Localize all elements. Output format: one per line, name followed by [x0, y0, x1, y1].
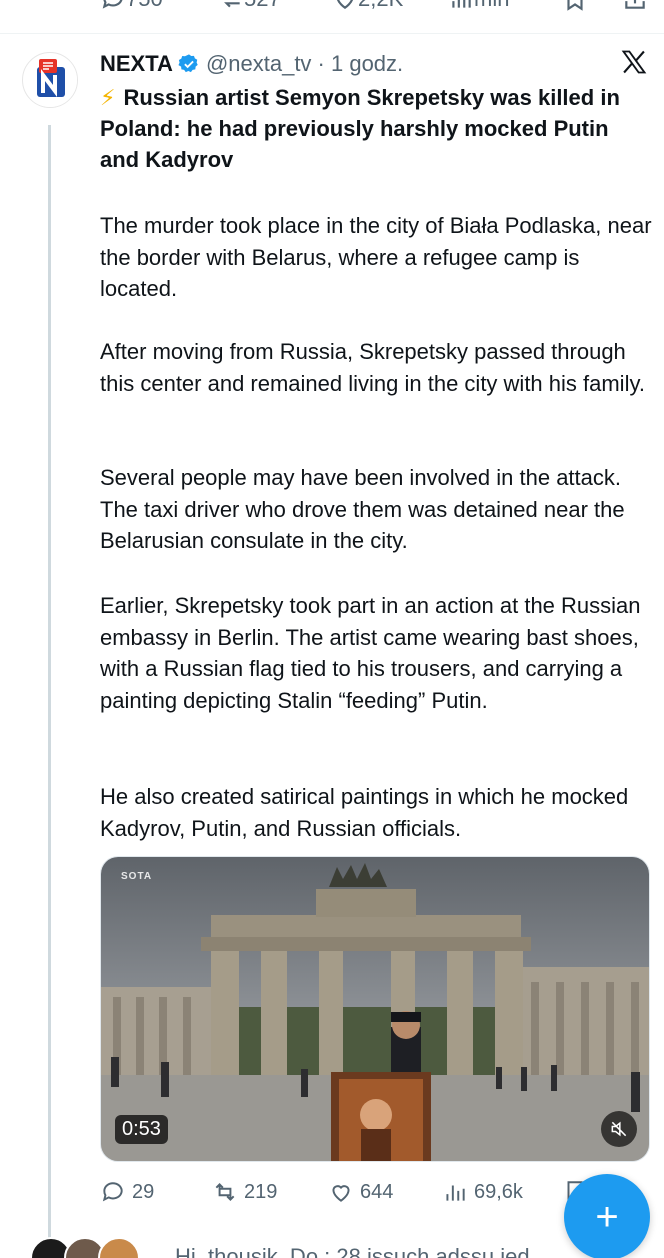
plus-icon: +: [595, 1195, 619, 1239]
video-watermark: SOTA: [121, 871, 153, 882]
share-icon: [625, 0, 645, 9]
post-paragraph: Earlier, Skrepetsky took part in an acti…: [100, 593, 641, 713]
reply-preview-text[interactable]: Hi, thousik. Do : 28 issuch adssu jed: [175, 1244, 530, 1258]
verified-badge-icon: [178, 54, 198, 73]
video-player[interactable]: SOTA 0:53: [100, 856, 650, 1162]
repost-button[interactable]: 219: [212, 1172, 277, 1212]
video-thumbnail: [101, 857, 649, 1161]
prev-bookmark-button[interactable]: [562, 0, 588, 12]
prev-like-button[interactable]: 2,2K: [332, 0, 403, 12]
bookmark-icon: [567, 0, 583, 11]
prev-reply-button[interactable]: 750: [100, 0, 163, 12]
views-count: 69,6k: [474, 1180, 523, 1203]
prev-repost-button[interactable]: 527: [218, 0, 281, 12]
repost-count: 219: [244, 1180, 278, 1203]
author-avatar[interactable]: [22, 52, 78, 108]
reply-avatars-row[interactable]: [30, 1237, 140, 1258]
prev-like-count: 2,2K: [358, 0, 403, 12]
post-paragraph: The murder took place in the city of Bia…: [100, 213, 652, 301]
nexta-logo-icon: [24, 54, 77, 107]
prev-reply-count: 750: [126, 0, 163, 12]
post-headline: ⚡ Russian artist Semyon Skrepetsky was ki…: [100, 82, 630, 175]
reply-icon: [102, 0, 123, 9]
x-logo-icon: [621, 50, 647, 74]
repost-icon: [215, 1183, 235, 1201]
reply-count: 29: [132, 1180, 155, 1203]
post-divider: [0, 33, 664, 34]
mute-button[interactable]: [601, 1111, 637, 1147]
headline-text: Russian artist Semyon Skrepetsky was kil…: [100, 85, 620, 172]
views-button[interactable]: 69,6k: [442, 1172, 523, 1212]
prev-views-button[interactable]: mln: [448, 0, 509, 12]
views-icon: [452, 0, 471, 8]
author-name[interactable]: NEXTA: [100, 51, 173, 77]
like-button[interactable]: 644: [328, 1172, 393, 1212]
post-header: NEXTA @nexta_tv · 1 godz.: [100, 48, 403, 80]
thread-connector-line: [48, 125, 51, 1245]
like-icon: [332, 1185, 350, 1202]
like-count: 644: [360, 1180, 394, 1203]
video-duration: 0:53: [115, 1115, 168, 1144]
author-handle-and-time[interactable]: @nexta_tv · 1 godz.: [206, 51, 403, 77]
post-paragraph: Several people may have been involved in…: [100, 465, 625, 553]
previous-post-action-bar: 750 527 2,2K mln: [0, 0, 664, 16]
lightning-icon: ⚡: [100, 85, 116, 110]
prev-views-count: mln: [474, 0, 509, 12]
reply-avatar: [98, 1237, 140, 1258]
post-paragraph: After moving from Russia, Skrepetsky pas…: [100, 339, 645, 396]
post-paragraph: He also created satirical paintings in w…: [100, 784, 629, 841]
mute-icon: [611, 1121, 627, 1137]
prev-repost-count: 527: [244, 0, 281, 12]
like-icon: [336, 0, 354, 9]
reply-button[interactable]: 29: [100, 1172, 154, 1212]
repost-icon: [224, 2, 240, 8]
prev-share-button[interactable]: [622, 0, 648, 12]
reply-icon: [102, 1182, 123, 1202]
views-icon: [446, 1185, 465, 1201]
compose-post-button[interactable]: +: [564, 1174, 650, 1258]
